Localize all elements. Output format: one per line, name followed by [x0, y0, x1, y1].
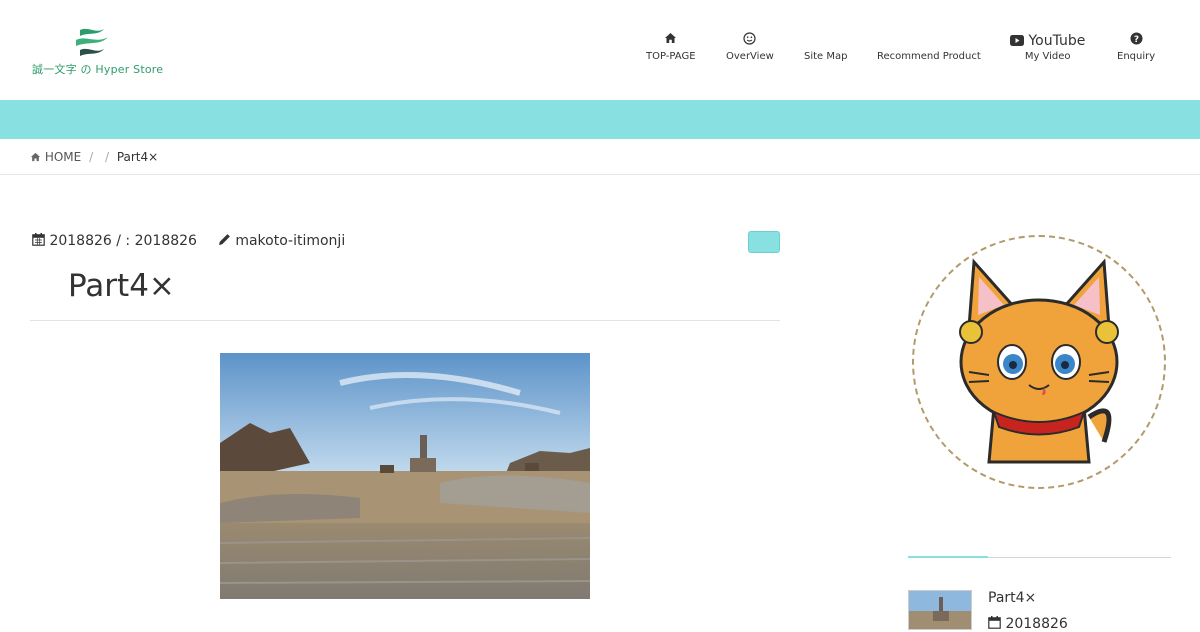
- calendar-icon: [988, 616, 1001, 629]
- post-meta: 2018826 / : 2018826 makoto-itimonji: [32, 233, 345, 249]
- nav-top-page[interactable]: TOP-PAGE: [646, 32, 696, 64]
- site-header: 誠一文字 の Hyper Store TOP-PAGE OverView Sit…: [0, 0, 1200, 100]
- nav-youtube[interactable]: YouTube My Video: [1010, 32, 1085, 64]
- recent-post-thumbnail[interactable]: [908, 590, 972, 630]
- author-avatar[interactable]: [912, 235, 1166, 489]
- breadcrumb-separator: /: [104, 150, 109, 164]
- breadcrumb-home[interactable]: HOME: [30, 150, 85, 164]
- youtube-icon: [1010, 35, 1024, 46]
- calendar-icon: [32, 233, 45, 246]
- post-title: Part4×: [68, 268, 175, 304]
- nav-label: Recommend Product: [877, 51, 981, 62]
- svg-text:?: ?: [1133, 35, 1138, 45]
- post-date-separator: / :: [116, 233, 131, 249]
- breadcrumb: HOME / / Part4×: [30, 150, 158, 164]
- nav-label: My Video: [1024, 51, 1071, 62]
- nav-label: Site Map: [804, 51, 848, 62]
- cat-mascot-icon: [959, 258, 1119, 464]
- youtube-link: YouTube: [1010, 32, 1085, 50]
- home-icon: [30, 152, 41, 162]
- logo-text: 誠一文字 の Hyper Store: [32, 63, 164, 76]
- divider: [0, 174, 1200, 175]
- nav-site-map[interactable]: Site Map: [804, 32, 847, 64]
- pencil-icon: [218, 234, 230, 245]
- sidebar-divider-accent: [908, 556, 988, 558]
- nav-label: TOP-PAGE: [646, 51, 696, 62]
- home-icon: [646, 32, 696, 50]
- post-updated: 2018826: [134, 233, 197, 249]
- breadcrumb-separator: /: [89, 150, 94, 164]
- logo-wave-icon: [76, 28, 108, 56]
- nav-label: OverView: [726, 51, 774, 62]
- site-logo[interactable]: 誠一文字 の Hyper Store: [30, 26, 165, 78]
- nav-recommend-product[interactable]: Recommend Product: [877, 32, 981, 64]
- nav-overview[interactable]: OverView: [726, 32, 774, 64]
- breadcrumb-home-label: HOME: [44, 150, 82, 164]
- nav-label: Enquiry: [1117, 51, 1156, 62]
- featured-image: [220, 353, 590, 599]
- question-icon: ?: [1117, 32, 1155, 50]
- recent-post-title[interactable]: Part4×: [988, 590, 1036, 606]
- post-author[interactable]: makoto-itimonji: [235, 233, 345, 249]
- youtube-label: YouTube: [1028, 33, 1086, 49]
- accent-band: [0, 100, 1200, 139]
- nav-enquiry[interactable]: ? Enquiry: [1117, 32, 1155, 64]
- divider: [30, 320, 780, 321]
- smile-icon: [726, 32, 774, 50]
- post-date: 2018826: [49, 233, 112, 249]
- breadcrumb-current: Part4×: [116, 150, 159, 164]
- category-badge[interactable]: [748, 231, 780, 253]
